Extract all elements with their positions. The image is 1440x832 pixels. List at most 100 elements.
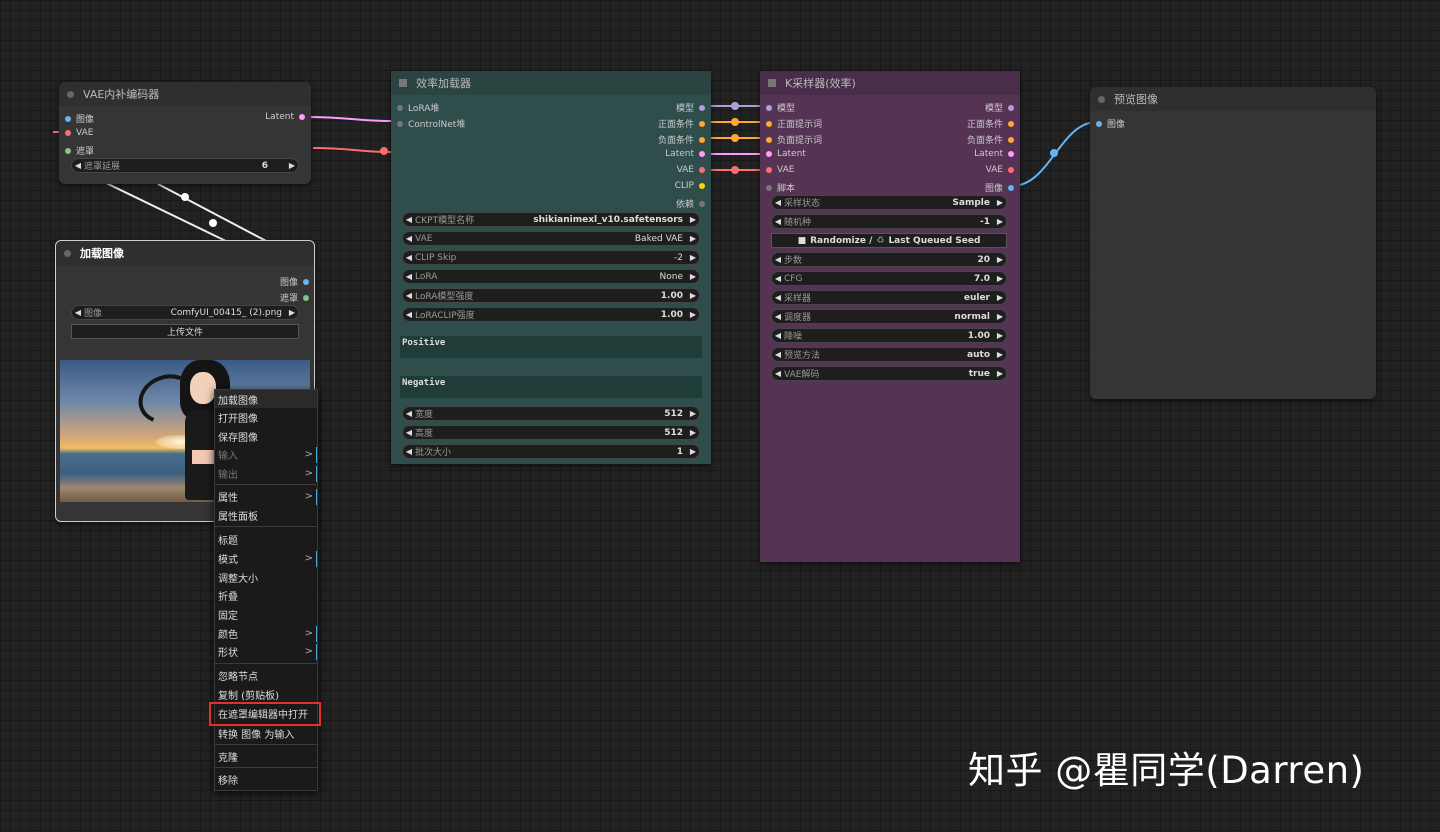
- node-title-bar[interactable]: VAE内补编码器: [59, 82, 311, 106]
- menu-item-properties[interactable]: 属性 >: [215, 487, 318, 505]
- decrement-arrow-icon[interactable]: ◀: [403, 234, 415, 243]
- menu-item-colors[interactable]: 颜色 >: [215, 624, 318, 642]
- output-latent[interactable]: Latent: [974, 149, 1014, 159]
- increment-arrow-icon[interactable]: ▶: [687, 272, 699, 281]
- increment-arrow-icon[interactable]: ▶: [994, 312, 1006, 321]
- collapse-dot-icon[interactable]: [1098, 95, 1105, 103]
- increment-arrow-icon[interactable]: ▶: [994, 293, 1006, 302]
- socket-icon[interactable]: [699, 104, 705, 111]
- socket-icon[interactable]: [397, 120, 403, 127]
- socket-icon[interactable]: [699, 120, 705, 127]
- decrement-arrow-icon[interactable]: ◀: [772, 369, 784, 378]
- ckpt-name-widget[interactable]: ◀ CKPT模型名称 shikianimexl_v10.safetensors ▶: [402, 212, 700, 227]
- denoise-widget[interactable]: ◀ 降噪 1.00 ▶: [771, 328, 1007, 343]
- increment-arrow-icon[interactable]: ▶: [994, 331, 1006, 340]
- lora-model-strength-widget[interactable]: ◀ LoRA模型强度 1.00 ▶: [402, 288, 700, 303]
- seed-control-button[interactable]: ■ Randomize / ♻ Last Queued Seed: [771, 233, 1007, 248]
- socket-icon[interactable]: [303, 278, 309, 285]
- socket-icon[interactable]: [65, 147, 71, 154]
- steps-widget[interactable]: ◀ 步数 20 ▶: [771, 252, 1007, 267]
- socket-icon[interactable]: [766, 104, 772, 111]
- input-lora-stack[interactable]: LoRA堆: [397, 101, 439, 114]
- decrement-arrow-icon[interactable]: ◀: [403, 409, 415, 418]
- menu-item-clone[interactable]: 克隆: [215, 747, 317, 765]
- positive-prompt-textarea[interactable]: Positive: [399, 335, 703, 359]
- collapse-square-icon[interactable]: [768, 79, 776, 87]
- decrement-arrow-icon[interactable]: ◀: [403, 291, 415, 300]
- menu-item-open-image[interactable]: 打开图像: [215, 408, 317, 426]
- menu-item-load-image[interactable]: 加载图像: [215, 390, 317, 408]
- output-negative[interactable]: 负面条件: [967, 133, 1014, 146]
- collapse-dot-icon[interactable]: [67, 90, 74, 98]
- socket-icon[interactable]: [699, 183, 705, 189]
- mask-grow-widget[interactable]: ◀ 遮罩延展 6 ▶: [71, 158, 299, 173]
- preview-image-node[interactable]: 预览图像 图像: [1090, 87, 1376, 399]
- socket-icon[interactable]: [1008, 167, 1014, 173]
- increment-arrow-icon[interactable]: ▶: [994, 217, 1006, 226]
- increment-arrow-icon[interactable]: ▶: [286, 161, 298, 170]
- increment-arrow-icon[interactable]: ▶: [286, 308, 298, 317]
- output-vae[interactable]: VAE: [677, 165, 705, 175]
- output-positive[interactable]: 正面条件: [967, 117, 1014, 130]
- node-title-bar[interactable]: 效率加载器: [391, 71, 711, 95]
- decrement-arrow-icon[interactable]: ◀: [403, 253, 415, 262]
- socket-icon[interactable]: [65, 115, 71, 122]
- menu-item-mode[interactable]: 模式 >: [215, 549, 318, 567]
- socket-icon[interactable]: [699, 200, 705, 207]
- output-dependencies[interactable]: 依赖: [676, 197, 705, 210]
- input-positive[interactable]: 正面提示词: [766, 117, 822, 130]
- menu-item-title[interactable]: 标题: [215, 530, 317, 548]
- image-select-widget[interactable]: ◀ 图像 ComfyUI_00415_ (2).png ▶: [71, 305, 299, 320]
- decrement-arrow-icon[interactable]: ◀: [772, 217, 784, 226]
- scheduler-widget[interactable]: ◀ 调度器 normal ▶: [771, 309, 1007, 324]
- ksampler-efficient-node[interactable]: K采样器(效率) 模型 模型 正面提示词 正面条件 负面提示词 负面条件 Lat…: [760, 71, 1020, 562]
- vae-decode-widget[interactable]: ◀ VAE解码 true ▶: [771, 366, 1007, 381]
- menu-item-resize[interactable]: 调整大小: [215, 568, 317, 586]
- menu-item-outputs[interactable]: 输出 >: [215, 464, 318, 482]
- sampler-state-widget[interactable]: ◀ 采样状态 Sample ▶: [771, 195, 1007, 210]
- input-negative[interactable]: 负面提示词: [766, 133, 822, 146]
- decrement-arrow-icon[interactable]: ◀: [403, 428, 415, 437]
- menu-item-convert-image-to-input[interactable]: 转换 图像 为输入: [215, 724, 317, 742]
- upload-file-button[interactable]: 上传文件: [71, 324, 299, 339]
- decrement-arrow-icon[interactable]: ◀: [772, 293, 784, 302]
- lora-name-widget[interactable]: ◀ LoRA None ▶: [402, 269, 700, 284]
- decrement-arrow-icon[interactable]: ◀: [772, 312, 784, 321]
- increment-arrow-icon[interactable]: ▶: [994, 369, 1006, 378]
- input-latent[interactable]: Latent: [766, 149, 806, 159]
- input-vae[interactable]: VAE: [766, 165, 794, 175]
- increment-arrow-icon[interactable]: ▶: [687, 215, 699, 224]
- socket-icon[interactable]: [1008, 120, 1014, 127]
- decrement-arrow-icon[interactable]: ◀: [403, 310, 415, 319]
- menu-item-shapes[interactable]: 形状 >: [215, 642, 318, 660]
- socket-icon[interactable]: [766, 184, 772, 191]
- increment-arrow-icon[interactable]: ▶: [687, 447, 699, 456]
- vae-name-widget[interactable]: ◀ VAE Baked VAE ▶: [402, 231, 700, 246]
- sampler-name-widget[interactable]: ◀ 采样器 euler ▶: [771, 290, 1007, 305]
- input-controlnet-stack[interactable]: ControlNet堆: [397, 117, 465, 130]
- input-script[interactable]: 脚本: [766, 181, 795, 194]
- output-mask[interactable]: 遮罩: [280, 291, 309, 304]
- increment-arrow-icon[interactable]: ▶: [994, 198, 1006, 207]
- lora-clip-strength-widget[interactable]: ◀ LoRACLIP强度 1.00 ▶: [402, 307, 700, 322]
- preview-method-widget[interactable]: ◀ 预览方法 auto ▶: [771, 347, 1007, 362]
- decrement-arrow-icon[interactable]: ◀: [72, 161, 84, 170]
- collapse-dot-icon[interactable]: [64, 249, 71, 257]
- socket-icon[interactable]: [65, 130, 71, 136]
- socket-icon[interactable]: [766, 167, 772, 173]
- menu-item-properties-panel[interactable]: 属性面板: [215, 506, 317, 524]
- batch-size-widget[interactable]: ◀ 批次大小 1 ▶: [402, 444, 700, 459]
- output-latent[interactable]: Latent: [665, 149, 705, 159]
- socket-icon[interactable]: [1096, 120, 1102, 127]
- output-model[interactable]: 模型: [985, 101, 1014, 114]
- width-widget[interactable]: ◀ 宽度 512 ▶: [402, 406, 700, 421]
- increment-arrow-icon[interactable]: ▶: [687, 253, 699, 262]
- socket-icon[interactable]: [1008, 184, 1014, 191]
- input-image[interactable]: 图像: [65, 112, 94, 125]
- menu-item-pin[interactable]: 固定: [215, 605, 317, 623]
- clip-skip-widget[interactable]: ◀ CLIP Skip -2 ▶: [402, 250, 700, 265]
- menu-item-inputs[interactable]: 输入 >: [215, 445, 318, 463]
- decrement-arrow-icon[interactable]: ◀: [772, 274, 784, 283]
- menu-item-collapse[interactable]: 折叠: [215, 586, 317, 604]
- decrement-arrow-icon[interactable]: ◀: [72, 308, 84, 317]
